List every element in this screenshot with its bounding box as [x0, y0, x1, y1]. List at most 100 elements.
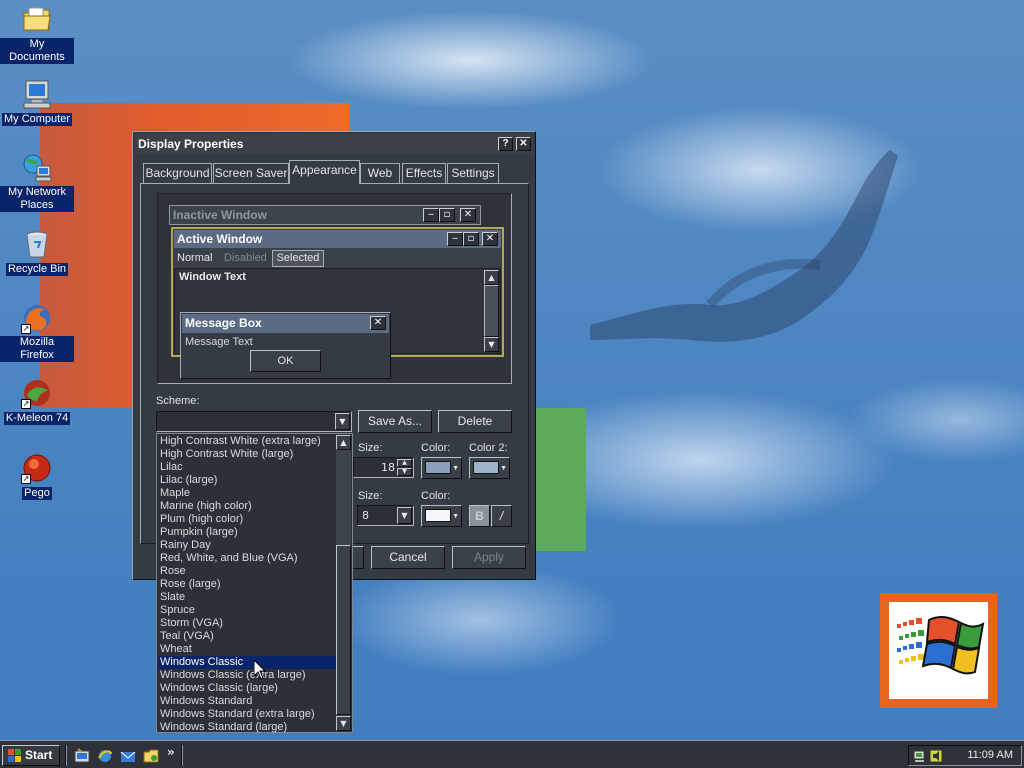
scheme-list-item[interactable]: High Contrast White (large) — [158, 448, 338, 461]
preview-ok-button: OK — [250, 350, 321, 372]
scheme-list-item[interactable]: Lilac (large) — [158, 474, 338, 487]
system-tray: 11:09 AM — [908, 745, 1022, 766]
scheme-list-scrollbar[interactable]: ▲ ▼ — [336, 435, 351, 731]
scheme-list-item[interactable]: Rainy Day — [158, 539, 338, 552]
italic-button[interactable]: / — [491, 505, 512, 527]
font-color-button[interactable]: ▼ — [421, 505, 462, 527]
shortcut-arrow-icon: ↗ — [21, 324, 31, 334]
volume-tray-icon[interactable] — [928, 748, 944, 764]
scroll-down-icon: ▼ — [484, 337, 499, 352]
scheme-list-item[interactable]: Maple — [158, 487, 338, 500]
tab-settings[interactable]: Settings — [447, 163, 499, 183]
desktop-icon-mozilla-firefox[interactable]: ↗ Mozilla Firefox — [0, 302, 74, 362]
scheme-list-item[interactable]: Windows Classic (extra large) — [158, 669, 338, 682]
tab-web[interactable]: Web — [360, 163, 400, 183]
explorer-folder-icon[interactable] — [143, 748, 159, 764]
item-color-swatch — [425, 461, 451, 474]
item-color-button[interactable]: ▼ — [421, 457, 462, 479]
font-size-dropdown[interactable]: 8 ▼ — [357, 505, 414, 526]
desktop-icon-my-documents[interactable]: My Documents — [0, 4, 74, 64]
scheme-list-item[interactable]: Rose (large) — [158, 578, 338, 591]
active-window-title: Active Window — [177, 232, 263, 246]
scroll-up-icon[interactable]: ▲ — [336, 435, 351, 450]
scheme-list-item[interactable]: Windows Standard (extra large) — [158, 708, 338, 721]
message-box-title: Message Box — [185, 316, 262, 330]
scheme-list-item[interactable]: Windows Standard — [158, 695, 338, 708]
close-icon: ✕ — [370, 316, 386, 330]
scheme-list-items: High Contrast White (extra large) High Co… — [158, 435, 338, 734]
font-size-label: Size: — [358, 490, 383, 502]
scheme-list-item[interactable]: Plum (high color) — [158, 513, 338, 526]
inactive-window-title: Inactive Window — [173, 208, 267, 222]
tab-screen-saver[interactable]: Screen Saver — [213, 163, 289, 183]
scheme-list-item[interactable]: Storm (VGA) — [158, 617, 338, 630]
scheme-list-item[interactable]: Wheat — [158, 643, 338, 656]
window-title: Display Properties — [138, 137, 244, 151]
network-tray-icon[interactable] — [913, 748, 929, 764]
scheme-list-item[interactable]: Teal (VGA) — [158, 630, 338, 643]
active-window-titlebar: Active Window ‒ ▫ ✕ — [174, 230, 501, 248]
scheme-list-item[interactable]: Windows Classic (large) — [158, 682, 338, 695]
start-button[interactable]: Start — [2, 745, 60, 766]
item-size-label: Size: — [358, 442, 383, 454]
desktop-icon-recycle-bin[interactable]: Recycle Bin — [0, 228, 74, 276]
scheme-dropdown[interactable]: ▼ — [156, 411, 352, 432]
cancel-button[interactable]: Cancel — [371, 546, 445, 569]
preview-inactive-window: Inactive Window ‒ ▫ ✕ — [169, 205, 481, 225]
item-size-value: 18 — [381, 461, 395, 474]
preview-message-text: Message Text — [185, 336, 253, 348]
scheme-list-item[interactable]: Pumpkin (large) — [158, 526, 338, 539]
recycle-bin-icon — [21, 228, 53, 260]
network-icon — [21, 152, 53, 184]
font-color-label: Color: — [421, 490, 451, 502]
clock[interactable]: 11:09 AM — [967, 746, 1013, 765]
preview-message-box: Message Box ✕ Message Text OK — [180, 312, 391, 379]
minimize-icon: ‒ — [423, 208, 439, 222]
item-size-spinner[interactable]: 18 ▲ ▼ — [353, 457, 414, 478]
item-color2-label: Color 2: — [469, 442, 508, 454]
tab-appearance[interactable]: Appearance — [289, 160, 360, 184]
scheme-dropdown-value — [157, 415, 160, 428]
scheme-list-item[interactable]: Windows Standard (large) — [158, 721, 338, 734]
desktop-icon-k-meleon[interactable]: ↗ K-Meleon 74 — [0, 377, 74, 425]
save-as-button[interactable]: Save As... — [358, 410, 432, 433]
delete-button[interactable]: Delete — [438, 410, 512, 433]
spin-up-icon[interactable]: ▲ — [397, 459, 412, 467]
window-titlebar[interactable]: Display Properties ? ✕ — [135, 134, 533, 154]
chevron-down-icon[interactable]: ▼ — [397, 507, 412, 524]
scheme-list-scroll-thumb[interactable] — [336, 545, 351, 715]
scheme-list-item[interactable]: Spruce — [158, 604, 338, 617]
scheme-list-item[interactable]: Windows Classic — [158, 656, 338, 669]
preview-scroll-thumb — [484, 285, 499, 337]
outlook-express-icon[interactable] — [120, 748, 136, 764]
internet-explorer-icon[interactable] — [97, 748, 113, 764]
show-desktop-icon[interactable] — [74, 748, 90, 764]
scroll-down-icon[interactable]: ▼ — [336, 716, 351, 731]
spin-down-icon[interactable]: ▼ — [397, 468, 412, 476]
apply-button[interactable]: Apply — [452, 546, 526, 569]
scheme-dropdown-list[interactable]: High Contrast White (extra large) High Co… — [156, 433, 353, 733]
minimize-icon: ‒ — [447, 232, 463, 246]
scheme-list-item[interactable]: Marine (high color) — [158, 500, 338, 513]
preview-menu-disabled: Disabled — [224, 252, 267, 264]
appearance-preview[interactable]: Inactive Window ‒ ▫ ✕ Active Window ‒ ▫ … — [157, 193, 512, 384]
tab-effects[interactable]: Effects — [402, 163, 446, 183]
chevron-down-icon[interactable]: ▼ — [335, 413, 350, 430]
scheme-list-item[interactable]: Rose — [158, 565, 338, 578]
scheme-list-item[interactable]: Red, White, and Blue (VGA) — [158, 552, 338, 565]
tab-background[interactable]: Background — [143, 163, 212, 183]
taskbar: Start » 11:09 AM — [0, 740, 1024, 768]
item-color2-swatch — [473, 461, 499, 474]
scheme-list-item[interactable]: Slate — [158, 591, 338, 604]
close-button[interactable]: ✕ — [516, 137, 531, 151]
desktop-icon-pego[interactable]: ↗ Pego — [0, 452, 74, 500]
bold-button[interactable]: B — [469, 505, 490, 527]
item-color2-button[interactable]: ▼ — [469, 457, 510, 479]
scheme-list-item[interactable]: Lilac — [158, 461, 338, 474]
scheme-list-item[interactable]: High Contrast White (extra large) — [158, 435, 338, 448]
start-label: Start — [25, 748, 53, 762]
help-button[interactable]: ? — [498, 137, 513, 151]
quick-launch-more-icon[interactable]: » — [167, 745, 175, 759]
desktop-icon-my-network-places[interactable]: My Network Places — [0, 152, 74, 212]
desktop-icon-my-computer[interactable]: My Computer — [0, 78, 74, 126]
